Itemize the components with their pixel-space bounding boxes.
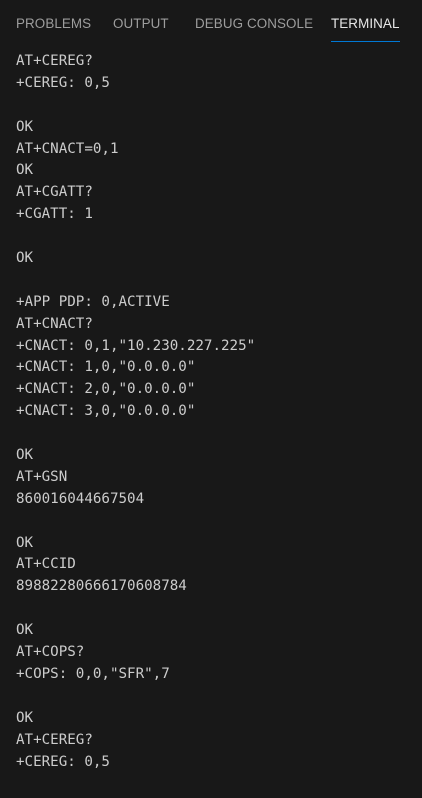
terminal-line: AT+CNACT=0,1 <box>16 140 119 157</box>
terminal-line: +CNACT: 3,0,"0.0.0.0" <box>16 403 196 420</box>
terminal-line: +CNACT: 0,1,"10.230.227.225" <box>16 337 256 354</box>
terminal-line: OK <box>16 250 34 267</box>
tab-problems[interactable]: PROBLEMS <box>16 6 91 42</box>
terminal-line: +CGATT: 1 <box>16 206 93 223</box>
terminal-line: +CNACT: 2,0,"0.0.0.0" <box>16 381 196 398</box>
terminal-line: AT+CCID <box>16 556 76 573</box>
terminal-line: AT+GSN <box>16 468 68 485</box>
terminal-line: +APP PDP: 0,ACTIVE <box>16 293 170 310</box>
terminal-line: 89882280666170608784 <box>16 578 187 595</box>
terminal-line: AT+COPS? <box>16 644 85 661</box>
tab-terminal[interactable]: TERMINAL <box>331 6 400 42</box>
tab-debug-console[interactable]: DEBUG CONSOLE <box>195 6 313 42</box>
terminal-line: OK <box>16 162 34 179</box>
terminal-output[interactable]: AT+CEREG? +CEREG: 0,5 OK AT+CNACT=0,1 OK AT+C… <box>16 51 416 773</box>
terminal-line: +COPS: 0,0,"SFR",7 <box>16 665 170 682</box>
terminal-line: OK <box>16 709 34 726</box>
terminal-line: +CEREG: 0,5 <box>16 74 110 91</box>
bottom-panel: PROBLEMS OUTPUT DEBUG CONSOLE TERMINAL A… <box>0 0 422 798</box>
terminal-line: AT+CEREG? <box>16 731 93 748</box>
terminal-line: +CEREG: 0,5 <box>16 753 110 770</box>
terminal-line: AT+CNACT? <box>16 315 93 332</box>
tab-output[interactable]: OUTPUT <box>113 6 169 42</box>
terminal-line: OK <box>16 118 34 135</box>
terminal-line: OK <box>16 622 34 639</box>
terminal-line: AT+CEREG? <box>16 53 93 69</box>
terminal-line: AT+CGATT? <box>16 184 93 201</box>
terminal-line: 860016044667504 <box>16 490 145 507</box>
terminal-line: OK <box>16 534 34 551</box>
terminal-line: OK <box>16 447 34 464</box>
terminal-line: +CNACT: 1,0,"0.0.0.0" <box>16 359 196 376</box>
panel-tab-bar: PROBLEMS OUTPUT DEBUG CONSOLE TERMINAL <box>0 6 422 42</box>
